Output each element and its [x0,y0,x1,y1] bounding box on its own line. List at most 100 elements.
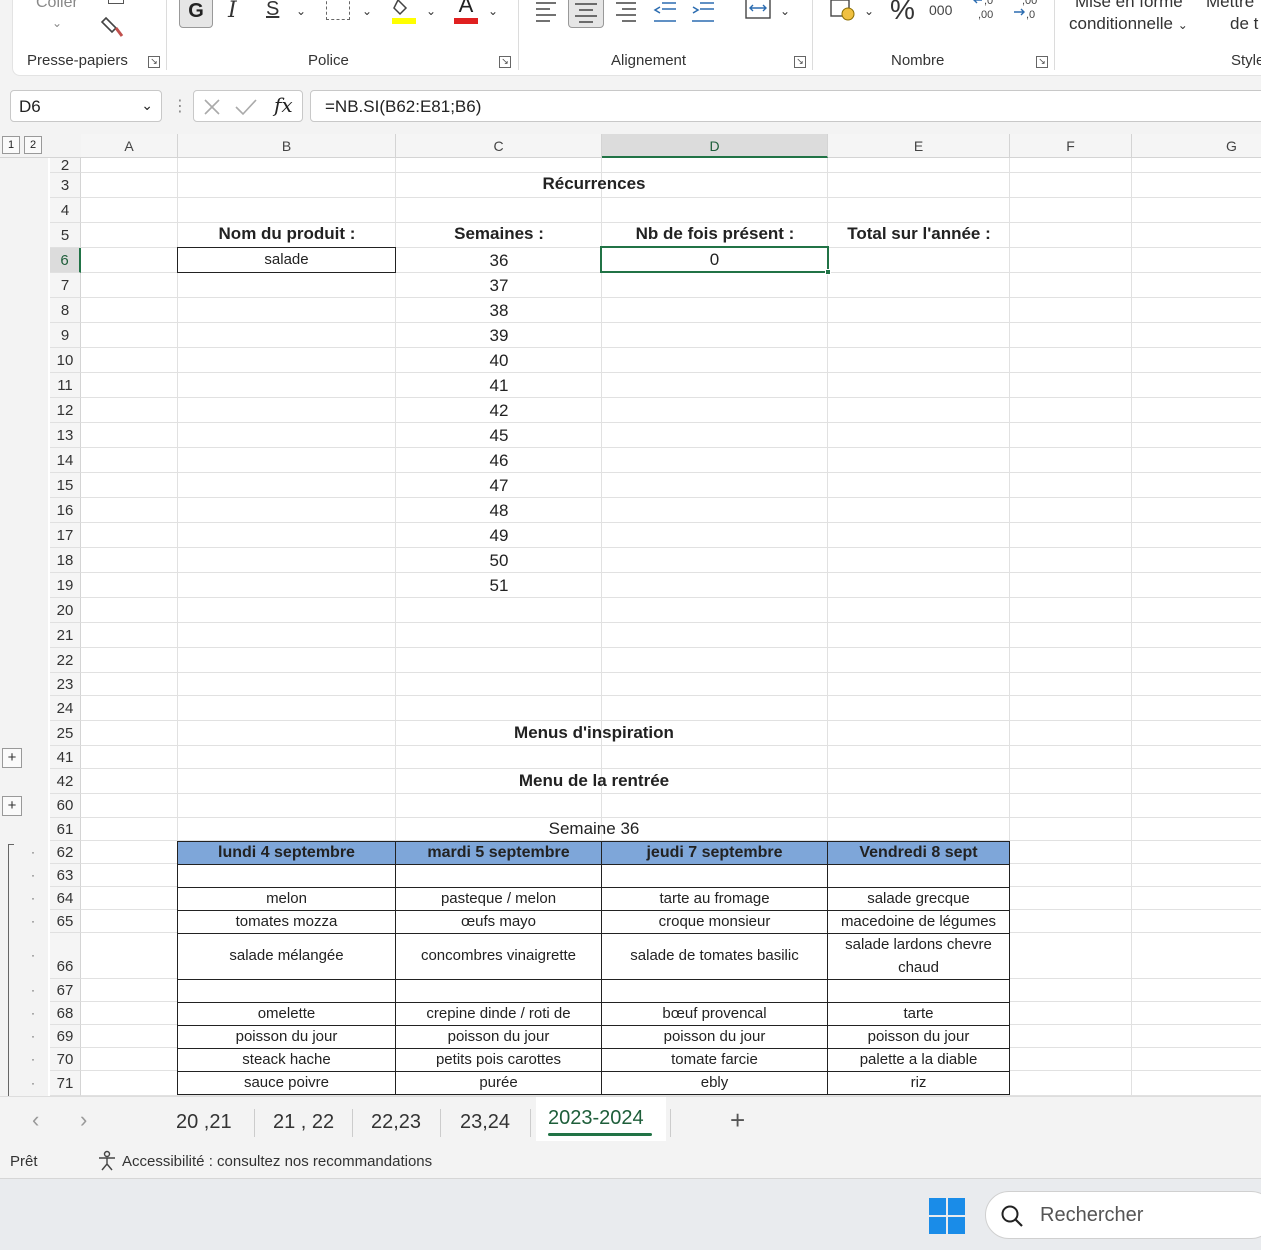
menu-cell[interactable] [828,865,1010,888]
row-header-7[interactable]: 7 [50,273,81,298]
row-header-61[interactable]: 61 [50,818,81,841]
formula-input[interactable]: =NB.SI(B62:E81;B6) [310,90,1261,122]
row-header-9[interactable]: 9 [50,323,81,348]
format-painter-icon[interactable] [100,14,126,40]
row-header-5[interactable]: 5 [50,223,81,248]
chevron-down-icon[interactable]: ⌄ [52,16,62,30]
menu-cell[interactable]: pasteque / melon [396,888,602,911]
underline-button[interactable]: S [266,0,279,21]
week-cell[interactable]: 45 [396,426,602,446]
align-left-icon[interactable] [534,0,560,22]
menu-header-cell[interactable]: Vendredi 8 sept [828,842,1010,865]
column-header-a[interactable]: A [81,134,178,158]
menu-header-cell[interactable]: mardi 5 septembre [396,842,602,865]
font-launcher-icon[interactable]: ↘ [499,56,511,68]
row-header-68[interactable]: 68 [50,1002,81,1025]
sheet-tab-2023-2024[interactable]: 2023-2024 [536,1097,666,1141]
menu-cell[interactable]: macedoine de légumes [828,911,1010,934]
chevron-down-icon[interactable]: ⌄ [362,4,372,18]
menu-cell[interactable]: tomate farcie [602,1049,828,1072]
menu-cell[interactable]: crepine dinde / roti de [396,1003,602,1026]
row-header-66[interactable]: 66 [50,933,81,979]
week-cell[interactable]: 51 [396,576,602,596]
row-header-42[interactable]: 42 [50,769,81,794]
menu-cell[interactable]: poisson du jour [396,1026,602,1049]
column-header-f[interactable]: F [1010,134,1132,158]
title-recurrences[interactable]: Récurrences [396,174,792,194]
align-center-button[interactable] [568,0,604,28]
chevron-down-icon[interactable]: ⌄ [141,97,153,114]
menu-cell[interactable] [602,865,828,888]
week-cell[interactable]: 36 [396,251,602,271]
menu-cell[interactable] [178,865,396,888]
menu-cell[interactable] [602,980,828,1003]
accessibility-icon[interactable] [96,1150,118,1172]
conditional-format-button[interactable]: conditionnelle ⌄ [1069,14,1188,34]
conditional-format-line1[interactable]: Mise en forme [1075,0,1183,12]
increase-indent-icon[interactable] [690,0,716,22]
more-options-icon[interactable]: ⋮ [172,96,188,116]
add-sheet-button[interactable]: + [730,1105,745,1136]
week-cell[interactable]: 48 [396,501,602,521]
row-header-62[interactable]: 62 [50,841,81,864]
row-header-41[interactable]: 41 [50,746,81,769]
menu-cell[interactable]: tarte au fromage [602,888,828,911]
sheet-tab-22-23[interactable]: 22,23 [371,1111,421,1134]
chevron-down-icon[interactable]: ⌄ [780,4,790,18]
row-header-11[interactable]: 11 [50,373,81,398]
header-weeks[interactable]: Semaines : [396,224,602,244]
chevron-down-icon[interactable]: ⌄ [426,4,436,18]
menu-cell[interactable]: salade grecque [828,888,1010,911]
accessibility-status[interactable]: Accessibilité : consultez nos recommanda… [122,1153,432,1170]
row-header-17[interactable]: 17 [50,523,81,548]
menu-cell[interactable]: riz [828,1072,1010,1095]
menu-cell[interactable]: melon [178,888,396,911]
row-header-8[interactable]: 8 [50,298,81,323]
menu-cell[interactable] [178,980,396,1003]
row-header-71[interactable]: 71 [50,1071,81,1096]
format-table-line2[interactable]: de t [1230,14,1258,34]
title-semaine-36[interactable]: Semaine 36 [396,819,792,839]
header-product-name[interactable]: Nom du produit : [178,224,396,244]
expand-group-button[interactable]: + [2,748,22,768]
menu-cell[interactable]: omelette [178,1003,396,1026]
row-header-64[interactable]: 64 [50,887,81,910]
menu-cell[interactable]: œufs mayo [396,911,602,934]
week-cell[interactable]: 46 [396,451,602,471]
menu-cell[interactable]: poisson du jour [178,1026,396,1049]
column-header-e[interactable]: E [828,134,1010,158]
expand-group-button[interactable]: + [2,796,22,816]
percent-button[interactable]: % [890,0,915,26]
menu-cell[interactable]: poisson du jour [828,1026,1010,1049]
row-header-13[interactable]: 13 [50,423,81,448]
row-header-10[interactable]: 10 [50,348,81,373]
menu-cell[interactable]: concombres vinaigrette [396,934,602,980]
align-right-icon[interactable] [614,0,640,22]
row-header-21[interactable]: 21 [50,623,81,648]
row-header-19[interactable]: 19 [50,573,81,598]
menu-cell[interactable]: salade mélangée [178,934,396,980]
row-header-65[interactable]: 65 [50,910,81,933]
menu-cell[interactable]: salade lardons chevre chaud [828,934,1010,980]
increase-decimal-icon[interactable]: ,0,00 [972,0,1000,24]
title-menus-inspiration[interactable]: Menus d'inspiration [396,723,792,743]
row-header-25[interactable]: 25 [50,721,81,746]
header-total-year[interactable]: Total sur l'année : [828,224,1010,244]
worksheet-grid[interactable]: 1 2 A B C D E F G 2 3 4 5 6 7 8 9 10 11 12 13 14 15 16… [0,134,1261,1096]
row-header-69[interactable]: 69 [50,1025,81,1048]
enter-check-icon[interactable] [234,97,258,117]
week-cell[interactable]: 40 [396,351,602,371]
decrease-decimal-icon[interactable]: ,00,0 [1012,0,1040,24]
week-cell[interactable]: 41 [396,376,602,396]
font-color-button[interactable]: A [454,0,478,26]
fill-color-icon[interactable] [392,0,418,28]
format-table-line1[interactable]: Mettre [1206,0,1254,12]
cancel-icon[interactable] [202,97,222,117]
row-header-2[interactable]: 2 [50,158,81,173]
bold-button[interactable]: G [179,0,213,28]
row-header-20[interactable]: 20 [50,598,81,623]
week-cell[interactable]: 37 [396,276,602,296]
row-header-60[interactable]: 60 [50,794,81,818]
row-header-3[interactable]: 3 [50,173,81,198]
accounting-format-icon[interactable] [829,0,857,24]
